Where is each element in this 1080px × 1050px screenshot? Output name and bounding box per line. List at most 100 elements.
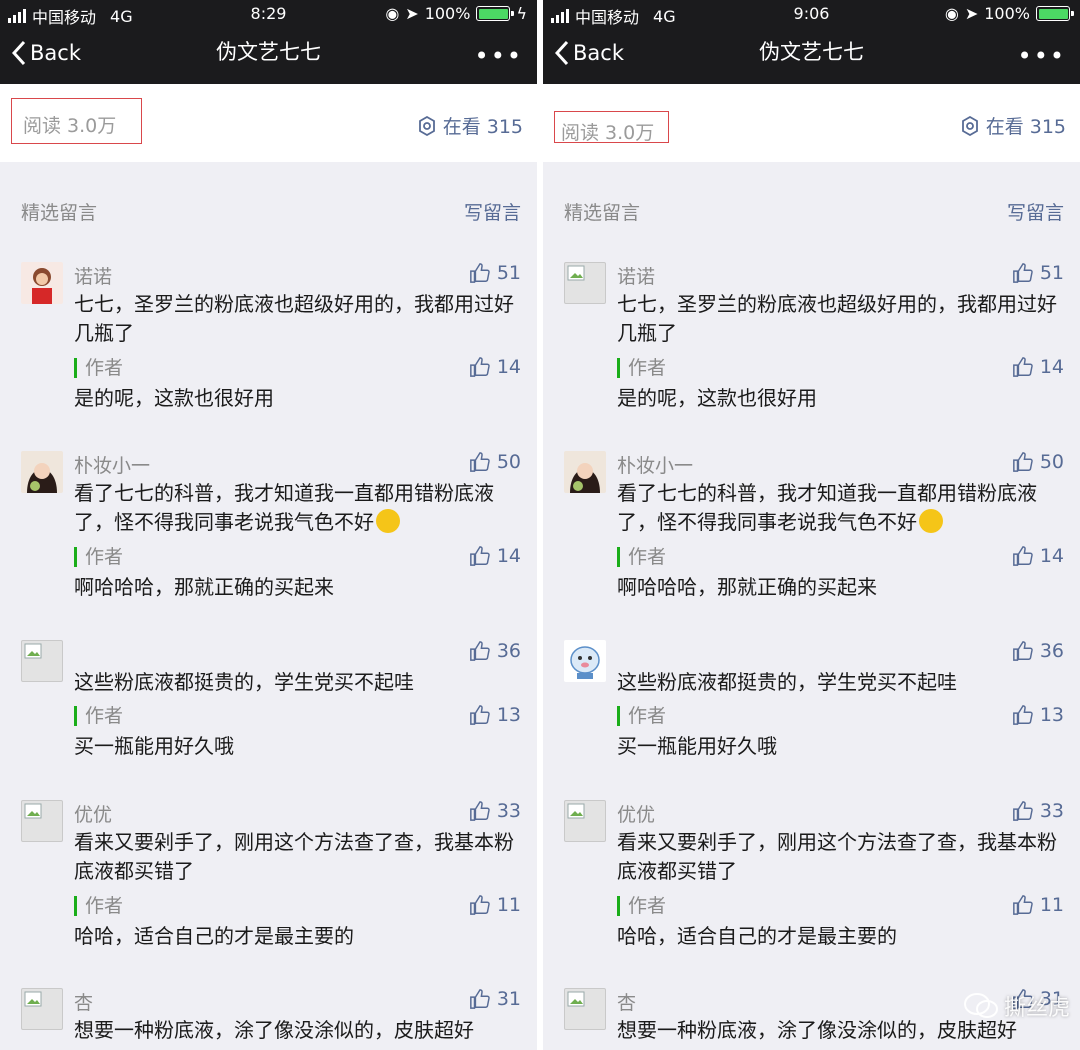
thumbs-up-icon xyxy=(469,801,490,821)
reply-like-button[interactable]: 14 xyxy=(1012,356,1064,378)
battery-icon xyxy=(1036,6,1074,21)
location-icon: ➤ xyxy=(964,4,979,23)
like-button[interactable]: 50 xyxy=(469,451,521,473)
comment-author: 诺诺 xyxy=(617,266,656,288)
watching-icon xyxy=(961,115,978,136)
like-button[interactable]: 51 xyxy=(1012,262,1064,284)
like-count: 51 xyxy=(1039,262,1064,284)
like-count: 50 xyxy=(1039,451,1064,473)
reply-like-button[interactable]: 14 xyxy=(1012,545,1064,567)
comment-text: 七七，圣罗兰的粉底液也超级好用的，我都用过好几瓶了 xyxy=(74,292,514,345)
thumbs-up-icon xyxy=(469,452,490,472)
reply-like-button[interactable]: 13 xyxy=(1012,704,1064,726)
like-button[interactable]: 51 xyxy=(469,262,521,284)
write-comment-button[interactable]: 写留言 xyxy=(1007,198,1064,225)
comment-author: 朴妆小一 xyxy=(74,455,151,477)
charging-icon: ϟ xyxy=(516,4,527,23)
like-count: 11 xyxy=(496,894,521,916)
screenshot-right: 中国移动 4G 9:06 ◉ ➤ 100% Back 伪文艺七七 ••• 阅读 … xyxy=(543,0,1080,1050)
avatar xyxy=(21,451,63,493)
nav-bar: Back 伪文艺七七 ••• xyxy=(0,28,537,84)
battery-percent: 100% xyxy=(984,4,1030,23)
avatar-placeholder xyxy=(564,800,606,842)
author-reply-label: 作者 xyxy=(74,706,123,726)
battery-icon xyxy=(476,6,515,21)
reply-like-button[interactable]: 14 xyxy=(469,545,521,567)
reply-like-button[interactable]: 11 xyxy=(1012,894,1064,916)
comment-author: 优优 xyxy=(74,804,113,826)
thumbs-up-icon xyxy=(1012,546,1033,566)
like-button[interactable]: 33 xyxy=(469,800,521,822)
watermark-text: 撕丝虎 xyxy=(1003,996,1070,1021)
nav-bar: Back 伪文艺七七 ••• xyxy=(543,28,1080,84)
avatar xyxy=(21,262,63,304)
comment-author: 杏 xyxy=(74,992,94,1014)
read-bar: 阅读 3.0万 在看 315 xyxy=(543,84,1080,162)
comment-text: 看了七七的科普，我才知道我一直都用错粉底液了，怪不得我同事老说我气色不好 xyxy=(617,479,1063,537)
like-count: 50 xyxy=(496,451,521,473)
rotation-lock-icon: ◉ xyxy=(385,4,400,23)
like-count: 36 xyxy=(1039,640,1064,662)
thumbs-up-icon xyxy=(469,263,490,283)
comment-author: 杏 xyxy=(617,992,637,1014)
thumbs-up-icon xyxy=(1012,895,1033,915)
avatar xyxy=(564,640,606,682)
rotation-lock-icon: ◉ xyxy=(944,4,959,23)
author-reply-text: 买一瓶能用好久哦 xyxy=(74,734,234,758)
like-count: 14 xyxy=(1039,545,1064,567)
thumbs-up-icon xyxy=(1012,801,1033,821)
author-reply-label: 作者 xyxy=(74,896,123,916)
like-button[interactable]: 36 xyxy=(469,640,521,662)
status-bar: 中国移动 4G 8:29 ◉ ➤ 100% ϟ xyxy=(0,0,537,28)
page-title: 伪文艺七七 xyxy=(759,40,864,64)
reply-like-button[interactable]: 11 xyxy=(469,894,521,916)
write-comment-button[interactable]: 写留言 xyxy=(464,198,521,225)
comment-text: 看来又要剁手了，刚用这个方法查了查，我基本粉底液都买错了 xyxy=(74,830,514,883)
section-title: 精选留言 xyxy=(21,202,98,224)
read-count: 阅读 3.0万 xyxy=(554,111,669,144)
like-button[interactable]: 33 xyxy=(1012,800,1064,822)
location-icon: ➤ xyxy=(405,4,419,23)
comment-text: 想要一种粉底液，涂了像没涂似的，皮肤超好 xyxy=(74,1018,474,1042)
like-count: 14 xyxy=(496,356,521,378)
more-icon[interactable]: ••• xyxy=(1018,42,1066,70)
thumbs-up-icon xyxy=(1012,641,1033,661)
like-count: 14 xyxy=(1039,356,1064,378)
author-reply-label: 作者 xyxy=(617,547,666,567)
like-count: 33 xyxy=(496,800,521,822)
comments-header: 精选留言 写留言 xyxy=(543,198,1080,228)
thumbs-up-icon xyxy=(1012,263,1033,283)
author-reply-text: 哈哈，适合自己的才是最主要的 xyxy=(74,924,354,948)
comment-author: 朴妆小一 xyxy=(617,455,694,477)
author-reply-label: 作者 xyxy=(617,706,666,726)
reply-like-button[interactable]: 14 xyxy=(469,356,521,378)
avatar-placeholder xyxy=(21,640,63,682)
read-count: 阅读 3.0万 xyxy=(11,98,142,144)
comment-text-body: 看了七七的科普，我才知道我一直都用错粉底液了，怪不得我同事老说我气色不好 xyxy=(74,481,494,534)
more-icon[interactable]: ••• xyxy=(475,42,523,70)
avatar-placeholder xyxy=(21,800,63,842)
author-reply-text: 买一瓶能用好久哦 xyxy=(617,734,777,758)
watching-button[interactable]: 在看 315 xyxy=(960,112,1066,139)
thumbs-up-icon xyxy=(469,357,490,377)
thumbs-up-icon xyxy=(1012,452,1033,472)
laughing-crying-emoji-icon xyxy=(919,509,943,533)
like-button[interactable]: 36 xyxy=(1012,640,1064,662)
comment-text-body: 看了七七的科普，我才知道我一直都用错粉底液了，怪不得我同事老说我气色不好 xyxy=(617,481,1037,534)
like-button[interactable]: 31 xyxy=(469,988,521,1010)
like-count: 36 xyxy=(496,640,521,662)
watching-count: 在看 315 xyxy=(442,116,523,138)
wechat-logo-icon xyxy=(963,993,998,1018)
avatar-placeholder xyxy=(21,988,63,1030)
like-button[interactable]: 50 xyxy=(1012,451,1064,473)
reply-like-button[interactable]: 13 xyxy=(469,704,521,726)
comments-header: 精选留言 写留言 xyxy=(0,198,537,228)
watching-button[interactable]: 在看 315 xyxy=(417,112,523,139)
like-count: 11 xyxy=(1039,894,1064,916)
watching-icon xyxy=(418,115,435,136)
comment-author: 优优 xyxy=(617,804,656,826)
screenshot-left: 中国移动 4G 8:29 ◉ ➤ 100% ϟ Back 伪文艺七七 ••• 阅… xyxy=(0,0,537,1050)
thumbs-up-icon xyxy=(1012,357,1033,377)
author-reply-label: 作者 xyxy=(74,358,123,378)
comment-text: 这些粉底液都挺贵的，学生党买不起哇 xyxy=(74,670,414,694)
